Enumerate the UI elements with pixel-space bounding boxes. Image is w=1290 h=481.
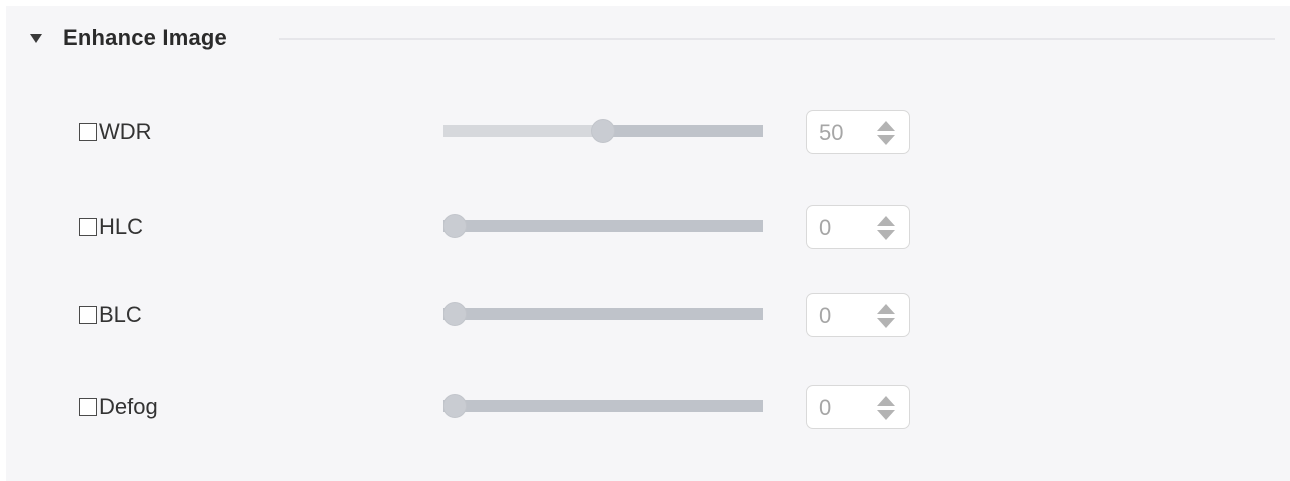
blc-slider-track bbox=[443, 308, 763, 320]
wdr-checkbox[interactable] bbox=[79, 123, 97, 141]
hlc-decrement-icon[interactable] bbox=[877, 230, 895, 240]
hlc-slider-thumb[interactable] bbox=[443, 214, 467, 238]
section-header: Enhance Image bbox=[6, 6, 1290, 72]
defog-checkbox-control[interactable]: Defog bbox=[79, 395, 158, 419]
wdr-increment-icon[interactable] bbox=[877, 121, 895, 131]
section-title: Enhance Image bbox=[63, 25, 227, 50]
blc-slider[interactable] bbox=[443, 302, 763, 326]
defog-slider-thumb[interactable] bbox=[443, 394, 467, 418]
wdr-value-spinner[interactable]: 50 bbox=[806, 110, 910, 154]
wdr-value[interactable]: 50 bbox=[819, 121, 843, 145]
hlc-increment-icon[interactable] bbox=[877, 216, 895, 226]
defog-label: Defog bbox=[99, 394, 158, 419]
hlc-slider-track bbox=[443, 220, 763, 232]
blc-label: BLC bbox=[99, 302, 142, 327]
hlc-value-spinner[interactable]: 0 bbox=[806, 205, 910, 249]
hlc-value[interactable]: 0 bbox=[819, 216, 831, 240]
hlc-slider[interactable] bbox=[443, 214, 763, 238]
defog-increment-icon[interactable] bbox=[877, 396, 895, 406]
defog-value-spinner[interactable]: 0 bbox=[806, 385, 910, 429]
hlc-checkbox-control[interactable]: HLC bbox=[79, 215, 143, 239]
blc-slider-thumb[interactable] bbox=[443, 302, 467, 326]
defog-checkbox[interactable] bbox=[79, 398, 97, 416]
blc-decrement-icon[interactable] bbox=[877, 318, 895, 328]
option-row-wdr: WDR 50 bbox=[6, 110, 1290, 154]
option-row-defog: Defog 0 bbox=[6, 385, 1290, 429]
wdr-slider-fill bbox=[443, 125, 603, 137]
enhance-image-panel: Enhance Image WDR 50 HLC 0 BLC 0 Defog 0 bbox=[6, 6, 1290, 481]
wdr-label: WDR bbox=[99, 119, 152, 144]
blc-checkbox-control[interactable]: BLC bbox=[79, 303, 142, 327]
defog-decrement-icon[interactable] bbox=[877, 410, 895, 420]
wdr-slider-thumb[interactable] bbox=[591, 119, 615, 143]
defog-slider-track bbox=[443, 400, 763, 412]
blc-value[interactable]: 0 bbox=[819, 304, 831, 328]
defog-slider[interactable] bbox=[443, 394, 763, 418]
triangle-down-icon[interactable] bbox=[30, 34, 42, 43]
hlc-checkbox[interactable] bbox=[79, 218, 97, 236]
defog-value[interactable]: 0 bbox=[819, 396, 831, 420]
wdr-slider[interactable] bbox=[443, 119, 763, 143]
option-row-hlc: HLC 0 bbox=[6, 205, 1290, 249]
blc-increment-icon[interactable] bbox=[877, 304, 895, 314]
blc-value-spinner[interactable]: 0 bbox=[806, 293, 910, 337]
hlc-label: HLC bbox=[99, 214, 144, 239]
option-row-blc: BLC 0 bbox=[6, 293, 1290, 337]
wdr-decrement-icon[interactable] bbox=[877, 135, 895, 145]
header-divider bbox=[279, 38, 1275, 40]
blc-checkbox[interactable] bbox=[79, 306, 97, 324]
wdr-checkbox-control[interactable]: WDR bbox=[79, 120, 152, 144]
